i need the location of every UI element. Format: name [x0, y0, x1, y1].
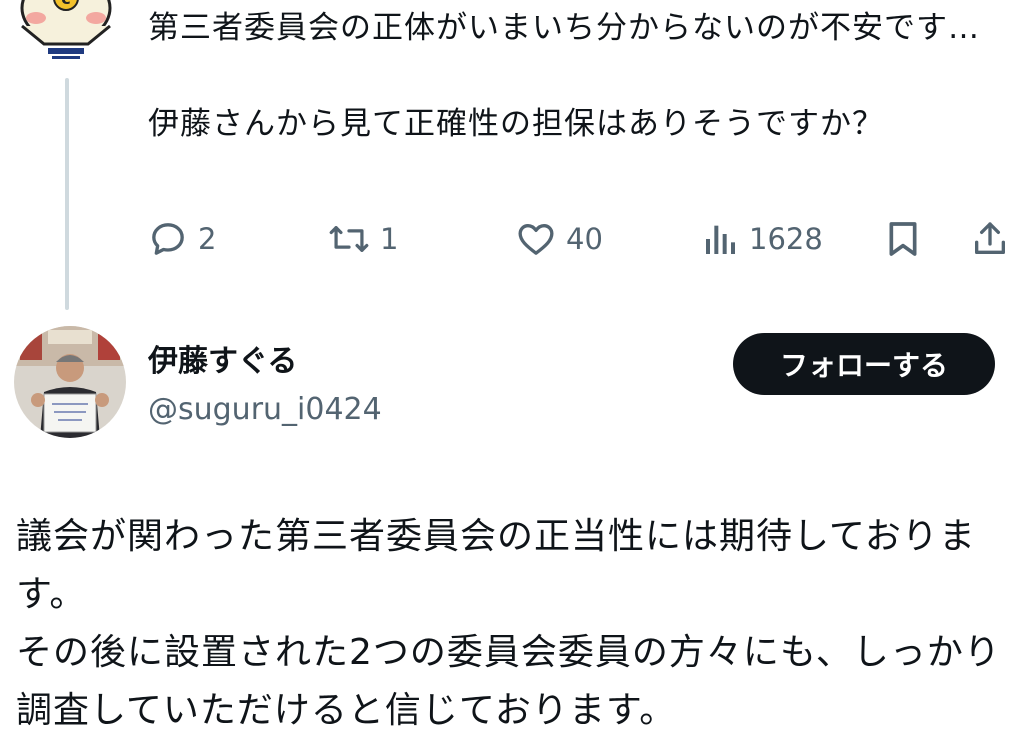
- cartoon-mascot-avatar-icon: c: [20, 0, 112, 59]
- bookmark-icon: [889, 222, 917, 256]
- tweet-thread: c 第三者委員会の正体がいまいち分からないのが不安です… 伊藤さんから見て正確性…: [0, 0, 1035, 750]
- reply-icon: [152, 223, 184, 255]
- author-avatar[interactable]: [14, 326, 126, 438]
- tweet-action-bar: 2 1 40 1628: [148, 214, 1018, 264]
- retweet-button[interactable]: 1: [328, 214, 398, 264]
- share-button[interactable]: [970, 214, 1010, 264]
- view-count: 1628: [749, 222, 823, 256]
- thread-connector-line: [65, 78, 69, 310]
- views-button[interactable]: 1628: [703, 214, 823, 264]
- follow-button[interactable]: フォローする: [733, 333, 995, 395]
- retweet-icon: [329, 226, 369, 252]
- reply-button[interactable]: 2: [148, 214, 216, 264]
- reply-tweet-text: 議会が関わった第三者委員会の正当性には期待しております。 その後に設置された2つ…: [16, 516, 1001, 731]
- heart-icon: [518, 224, 554, 255]
- share-icon: [975, 222, 1005, 254]
- author-handle[interactable]: @suguru_i0424: [148, 390, 382, 430]
- photo-avatar-icon: [14, 326, 126, 438]
- analytics-icon: [706, 225, 735, 254]
- retweet-count: 1: [380, 222, 399, 256]
- author-name[interactable]: 伊藤すぐる: [148, 342, 297, 382]
- parent-avatar[interactable]: c: [14, 0, 124, 76]
- bookmark-button[interactable]: [884, 214, 922, 264]
- parent-tweet-text: 第三者委員会の正体がいまいち分からないのが不安です… 伊藤さんから見て正確性の担…: [148, 10, 980, 142]
- like-button[interactable]: 40: [516, 214, 603, 264]
- like-count: 40: [566, 222, 603, 256]
- svg-text:c: c: [61, 0, 70, 8]
- reply-count: 2: [198, 222, 217, 256]
